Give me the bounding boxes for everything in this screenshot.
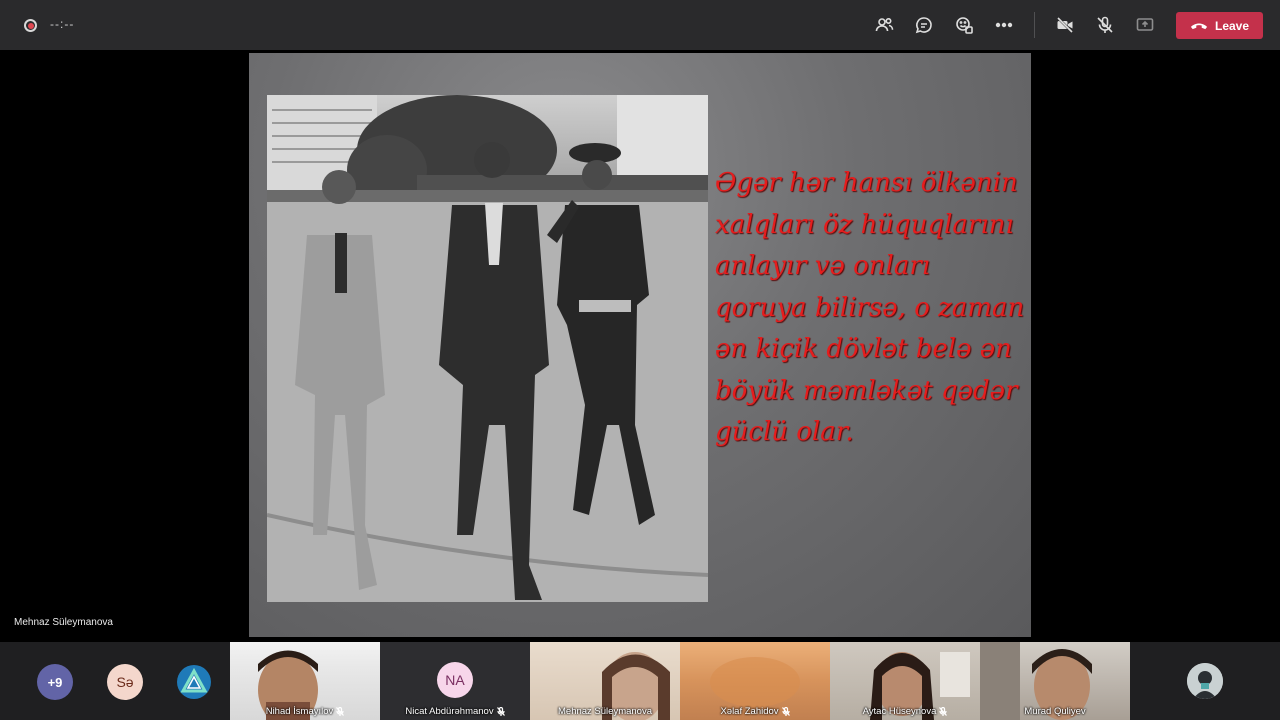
share-tray-button[interactable] bbox=[1133, 13, 1157, 37]
share-tray-icon bbox=[1136, 18, 1154, 31]
triangle-logo-icon bbox=[177, 665, 211, 699]
camera-toggle-button[interactable] bbox=[1053, 13, 1077, 37]
reactions-button[interactable] bbox=[952, 13, 976, 37]
slide-quote: Əgər hər hansı ölkənin xalqları öz hüquq… bbox=[715, 163, 1025, 454]
quote-line: böyük məmləkət qədər bbox=[715, 375, 1018, 406]
participant-name: Xəlaf Zahidov bbox=[720, 706, 779, 717]
historical-photo bbox=[267, 95, 708, 602]
recording-icon bbox=[24, 19, 37, 32]
participant-initials-avatar: NA bbox=[437, 662, 473, 698]
reactions-icon bbox=[956, 17, 973, 34]
more-actions-button[interactable] bbox=[992, 13, 1016, 37]
quote-line: anlayır və onları bbox=[715, 251, 931, 281]
participant-name: Mehnaz Süleymanova bbox=[558, 706, 652, 717]
presentation-slide: Əgər hər hansı ölkənin xalqları öz hüquq… bbox=[249, 53, 1031, 637]
participant-tile[interactable]: Nihad İsmayılov bbox=[230, 642, 380, 720]
participant-name: Aytac Hüseynova bbox=[862, 706, 937, 717]
quote-line: xalqları öz hüquqlarını bbox=[715, 209, 1014, 240]
participant-avatar-se[interactable]: Sə bbox=[107, 664, 143, 700]
camera-off-icon bbox=[1057, 17, 1073, 33]
chat-button[interactable] bbox=[912, 13, 936, 37]
quote-line: güclü olar. bbox=[715, 417, 854, 447]
mic-muted-icon bbox=[336, 706, 345, 716]
chat-icon bbox=[915, 17, 932, 34]
participant-name: Nihad İsmayılov bbox=[265, 706, 334, 717]
self-avatar[interactable] bbox=[1187, 663, 1223, 699]
leave-label: Leave bbox=[1214, 18, 1250, 33]
participant-avatar-logo[interactable] bbox=[176, 664, 212, 700]
participants-icon bbox=[875, 17, 894, 32]
user-avatar-icon bbox=[1187, 663, 1223, 699]
participants-button[interactable] bbox=[872, 13, 896, 37]
quote-line: Əgər hər hansı ölkənin bbox=[715, 168, 1018, 198]
meeting-timer: --:-- bbox=[50, 17, 75, 31]
participant-tile[interactable]: Aytac Hüseynova bbox=[830, 642, 980, 720]
more-icon bbox=[995, 22, 1013, 28]
toolbar-divider bbox=[1034, 12, 1035, 38]
hang-up-icon bbox=[1190, 23, 1208, 29]
overflow-participants-button[interactable]: +9 bbox=[37, 664, 73, 700]
mic-off-icon bbox=[1097, 16, 1113, 33]
participant-name: Murad Quliyev bbox=[1024, 706, 1086, 717]
presenter-name: Mehnaz Süleymanova bbox=[14, 617, 113, 628]
participant-name: Nicat Abdürəhmanov bbox=[405, 706, 494, 717]
leave-button[interactable]: Leave bbox=[1176, 12, 1263, 39]
mic-toggle-button[interactable] bbox=[1093, 13, 1117, 37]
meeting-toolbar: --:-- Leave bbox=[0, 0, 1280, 50]
participant-tile[interactable]: Murad Quliyev bbox=[980, 642, 1130, 720]
shared-screen-stage: Əgər hər hansı ölkənin xalqları öz hüquq… bbox=[0, 50, 1280, 642]
mic-muted-icon bbox=[496, 706, 505, 716]
mic-muted-icon bbox=[939, 706, 948, 716]
participant-tile[interactable]: Xəlaf Zahidov bbox=[680, 642, 830, 720]
mic-muted-icon bbox=[781, 706, 790, 716]
participant-tile[interactable]: Mehnaz Süleymanova bbox=[530, 642, 680, 720]
quote-line: ən kiçik dövlət belə ən bbox=[715, 334, 1012, 364]
quote-line: qoruya bilirsə, o zaman bbox=[715, 292, 1025, 323]
